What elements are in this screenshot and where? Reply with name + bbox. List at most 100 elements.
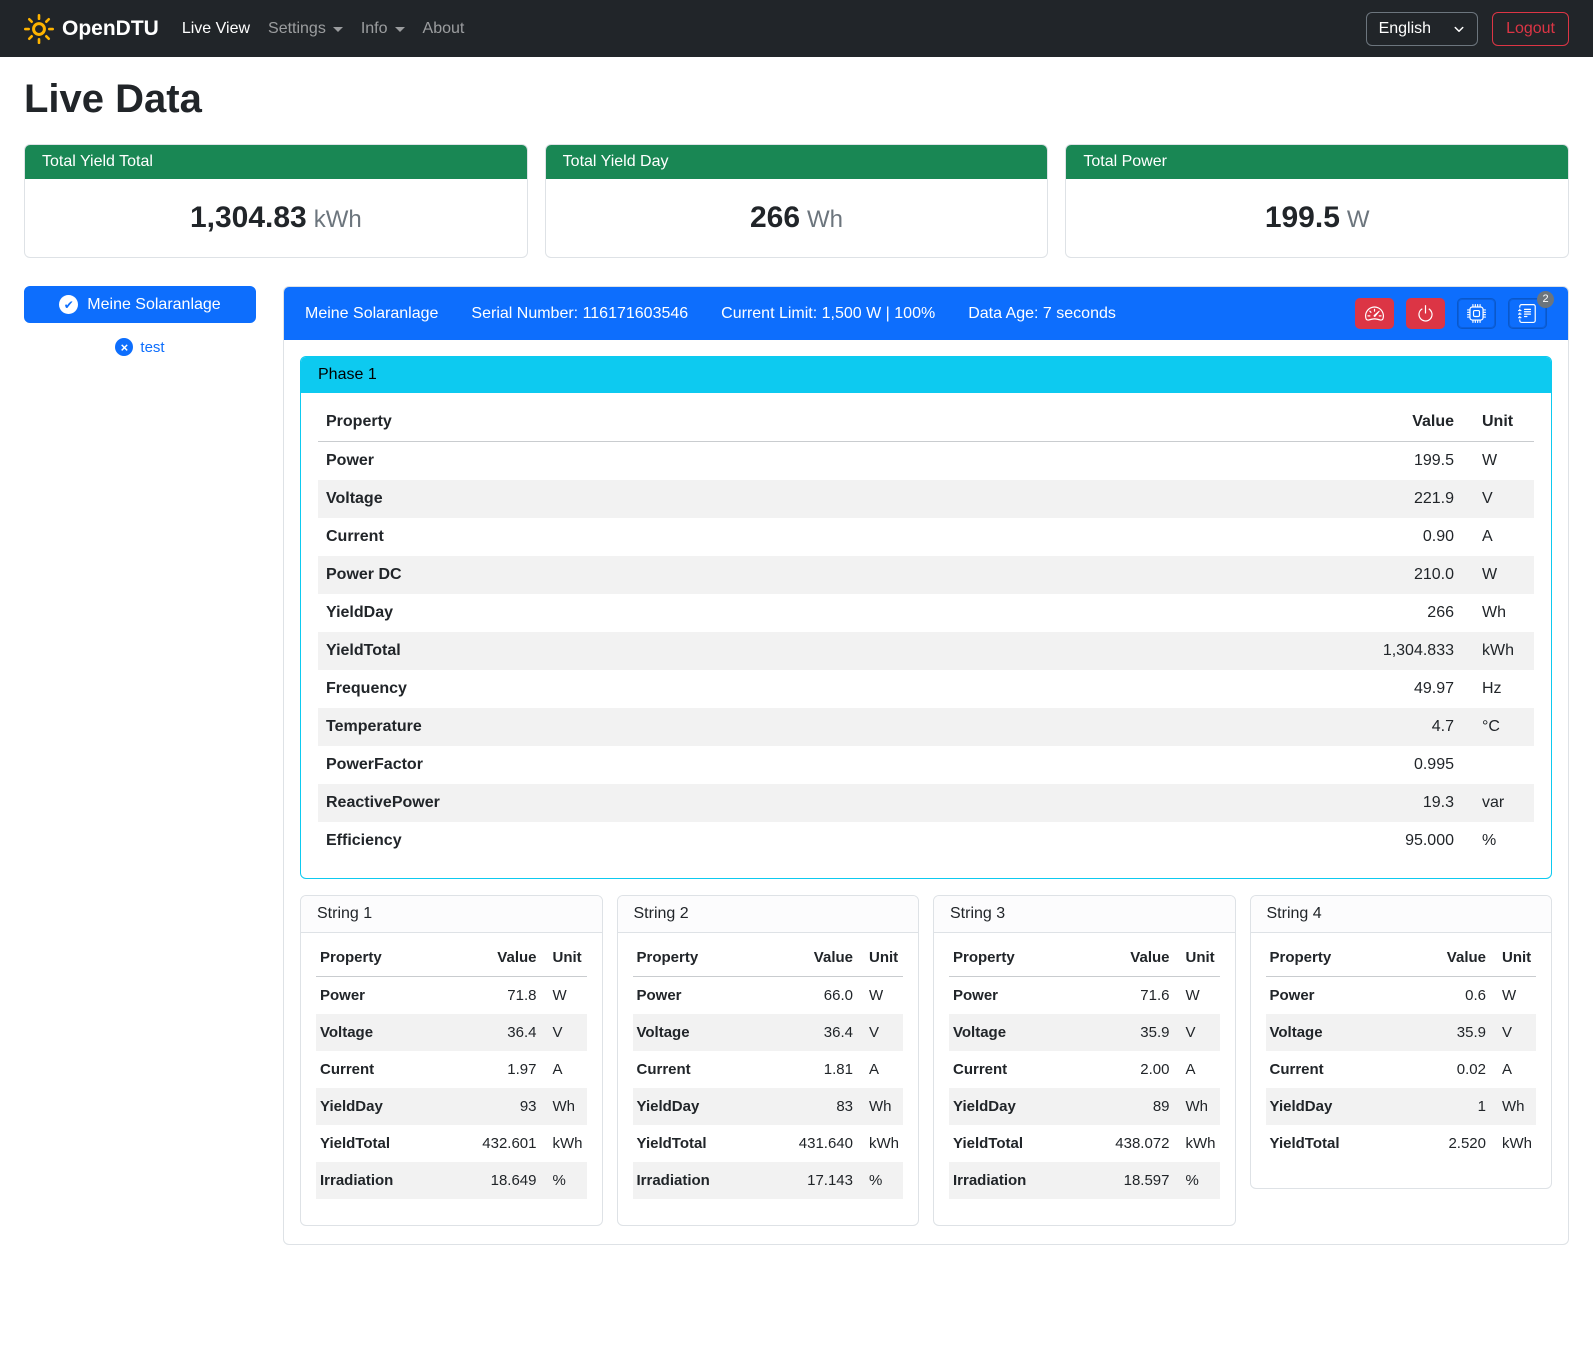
sidebar-item-meine-solaranlage[interactable]: ✔ Meine Solaranlage: [24, 286, 256, 323]
table-row: YieldTotal 431.640 kWh: [633, 1125, 904, 1162]
chevron-down-icon: [1453, 23, 1465, 35]
unit-cell: W: [1490, 977, 1536, 1015]
column-header-value: Value: [1076, 939, 1173, 977]
power-icon: [1416, 304, 1435, 323]
value-cell: 2.520: [1405, 1125, 1490, 1162]
table-row: YieldTotal 438.072 kWh: [949, 1125, 1220, 1162]
property-cell: YieldDay: [318, 594, 1002, 632]
table-row: Power 199.5 W: [318, 442, 1534, 481]
property-cell: Irradiation: [316, 1162, 443, 1199]
value-cell: 1.97: [443, 1051, 540, 1088]
table-row: YieldDay 93 Wh: [316, 1088, 587, 1125]
brand[interactable]: OpenDTU: [24, 14, 159, 44]
table-row: Voltage 36.4 V: [633, 1014, 904, 1051]
unit-cell: °C: [1462, 708, 1534, 746]
value-cell: 89: [1076, 1088, 1173, 1125]
device-info-button[interactable]: [1457, 298, 1496, 329]
value-cell: 36.4: [443, 1014, 540, 1051]
event-count-badge: 2: [1537, 291, 1554, 308]
unit-cell: %: [1462, 822, 1534, 860]
column-header-property: Property: [949, 939, 1076, 977]
unit-cell: W: [541, 977, 587, 1015]
event-log-button[interactable]: 2: [1508, 298, 1547, 329]
inverter-name: Meine Solaranlage: [305, 305, 438, 323]
table-row: Current 0.90 A: [318, 518, 1534, 556]
string-1-table: Property Value Unit Power: [316, 939, 587, 1199]
value-cell: 35.9: [1076, 1014, 1173, 1051]
table-row: Irradiation 18.649 %: [316, 1162, 587, 1199]
power-control-button[interactable]: [1406, 298, 1445, 329]
string-3-card: String 3 Property Value Unit: [933, 895, 1236, 1226]
value-cell: 17.143: [760, 1162, 857, 1199]
table-row: Power 0.6 W: [1266, 977, 1537, 1015]
page-title: Live Data: [24, 77, 1569, 122]
table-row: Voltage 36.4 V: [316, 1014, 587, 1051]
nav-links: Live View Settings Info About: [173, 12, 474, 46]
phase-1-card: Phase 1 Property Value Unit: [300, 356, 1552, 879]
unit-cell: W: [1462, 442, 1534, 481]
string-2-card: String 2 Property Value Unit: [617, 895, 920, 1226]
inverter-panel-header: Meine Solaranlage Serial Number: 1161716…: [284, 287, 1568, 340]
property-cell: Voltage: [1266, 1014, 1406, 1051]
table-row: Temperature 4.7 °C: [318, 708, 1534, 746]
value-cell: 4.7: [1002, 708, 1462, 746]
unit-cell: var: [1462, 784, 1534, 822]
table-row: Power 71.8 W: [316, 977, 587, 1015]
string-3-table: Property Value Unit Power: [949, 939, 1220, 1199]
unit-cell: %: [857, 1162, 903, 1199]
unit-cell: %: [1174, 1162, 1220, 1199]
sidebar-item-test[interactable]: × test: [24, 338, 256, 356]
unit-cell: V: [541, 1014, 587, 1051]
phase-table: Property Value Unit Power: [318, 403, 1534, 860]
value-cell: 0.02: [1405, 1051, 1490, 1088]
property-cell: Current: [318, 518, 1002, 556]
property-cell: Voltage: [316, 1014, 443, 1051]
value-cell: 266: [1002, 594, 1462, 632]
chevron-down-icon: [395, 27, 405, 32]
inverter-data-age: Data Age: 7 seconds: [968, 305, 1116, 323]
language-select[interactable]: English: [1366, 12, 1478, 46]
table-row: Power 66.0 W: [633, 977, 904, 1015]
unit-cell: A: [1174, 1051, 1220, 1088]
nav-item-about[interactable]: About: [414, 12, 474, 46]
value-cell: 0.6: [1405, 977, 1490, 1015]
property-cell: Power: [318, 442, 1002, 481]
column-header-property: Property: [1266, 939, 1406, 977]
nav-item-live-view[interactable]: Live View: [173, 12, 259, 46]
string-title: String 3: [934, 896, 1235, 933]
inverter-toolbar: 2: [1355, 298, 1547, 329]
table-row: Efficiency 95.000 %: [318, 822, 1534, 860]
total-yield-day-card: Total Yield Day 266Wh: [545, 144, 1049, 258]
property-cell: YieldDay: [1266, 1088, 1406, 1125]
string-2-table: Property Value Unit Power: [633, 939, 904, 1199]
value-cell: 432.601: [443, 1125, 540, 1162]
nav-item-info[interactable]: Info: [352, 12, 414, 46]
unit-cell: kWh: [1174, 1125, 1220, 1162]
value-cell: 1: [1405, 1088, 1490, 1125]
cpu-icon: [1467, 304, 1486, 323]
unit-cell: kWh: [1462, 632, 1534, 670]
property-cell: Current: [949, 1051, 1076, 1088]
value-cell: 35.9: [1405, 1014, 1490, 1051]
table-row: YieldDay 1 Wh: [1266, 1088, 1537, 1125]
value-cell: 18.597: [1076, 1162, 1173, 1199]
value-cell: 1,304.833: [1002, 632, 1462, 670]
unit-cell: %: [541, 1162, 587, 1199]
column-header-unit: Unit: [1490, 939, 1536, 977]
string-4-table: Property Value Unit Power: [1266, 939, 1537, 1162]
card-value: 1,304.83: [190, 201, 307, 234]
property-cell: Current: [316, 1051, 443, 1088]
property-cell: PowerFactor: [318, 746, 1002, 784]
property-cell: YieldDay: [316, 1088, 443, 1125]
unit-cell: [1462, 746, 1534, 784]
property-cell: YieldTotal: [316, 1125, 443, 1162]
logout-button[interactable]: Logout: [1492, 12, 1569, 46]
unit-cell: Wh: [1462, 594, 1534, 632]
brand-label: OpenDTU: [62, 17, 159, 41]
nav-item-settings[interactable]: Settings: [259, 12, 352, 46]
table-row: Power 71.6 W: [949, 977, 1220, 1015]
property-cell: ReactivePower: [318, 784, 1002, 822]
navbar-right: English Logout: [1366, 12, 1569, 46]
property-cell: Power: [633, 977, 760, 1015]
limit-settings-button[interactable]: [1355, 298, 1394, 329]
